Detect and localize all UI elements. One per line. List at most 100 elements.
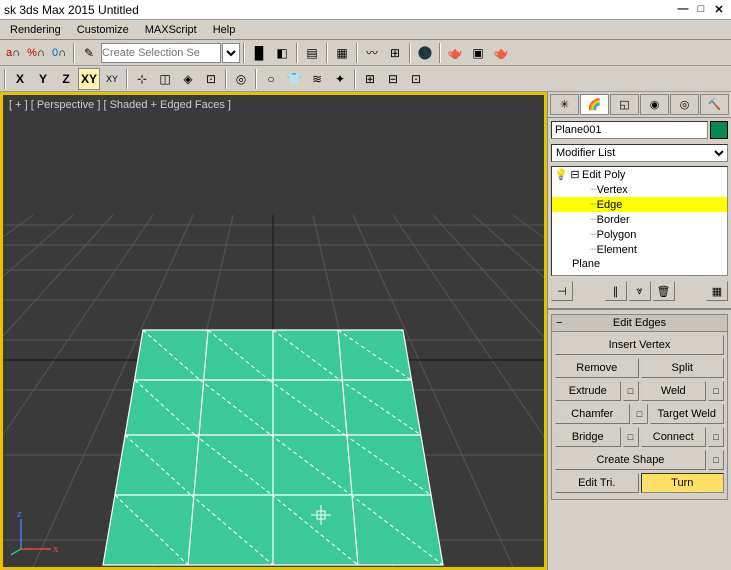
tool-6-icon[interactable]: ⊞ — [359, 68, 381, 90]
modifier-list-dropdown[interactable]: Modifier List — [551, 144, 728, 162]
modifier-stack[interactable]: 💡 ⊟ Edit Poly ┈ Vertex ┈ Edge ┈ Border ┈… — [551, 166, 728, 276]
stack-element[interactable]: ┈ Element — [552, 242, 727, 257]
connect-settings-button[interactable]: □ — [708, 427, 724, 447]
create-shape-settings-button[interactable]: □ — [708, 450, 724, 470]
extrude-settings-button[interactable]: □ — [623, 381, 639, 401]
menu-help[interactable]: Help — [205, 22, 244, 38]
viewport[interactable]: [ + ] [ Perspective ] [ Shaded + Edged F… — [0, 92, 547, 570]
tool-2-icon[interactable]: ○ — [260, 68, 282, 90]
axis-gizmo-icon: z x — [11, 509, 61, 559]
connect-button[interactable]: Connect — [641, 427, 707, 447]
axis-xy-button[interactable]: XY — [78, 68, 100, 90]
show-end-result-icon[interactable]: ∥ — [605, 281, 627, 301]
create-shape-button[interactable]: Create Shape — [555, 450, 706, 470]
split-button[interactable]: Split — [641, 358, 725, 378]
graphite-ribbon-icon[interactable]: ▦ — [331, 42, 353, 64]
material-editor-icon[interactable]: 🌑 — [414, 42, 436, 64]
close-button[interactable]: ✕ — [711, 3, 727, 17]
remove-button[interactable]: Remove — [555, 358, 639, 378]
menu-rendering[interactable]: Rendering — [2, 22, 69, 38]
layer-manager-icon[interactable]: ▤ — [301, 42, 323, 64]
render-production-icon[interactable]: 🫖 — [490, 42, 512, 64]
render-setup-icon[interactable]: 🫖 — [444, 42, 466, 64]
maximize-button[interactable]: □ — [693, 3, 709, 17]
rendered-frame-icon[interactable]: ▣ — [467, 42, 489, 64]
weld-button[interactable]: Weld — [641, 381, 707, 401]
menu-customize[interactable]: Customize — [69, 22, 137, 38]
hierarchy-tab-icon[interactable]: ◱ — [610, 94, 639, 115]
lightbulb-icon[interactable]: 💡 — [554, 168, 568, 181]
stack-edit-poly[interactable]: 💡 ⊟ Edit Poly — [552, 167, 727, 182]
plane-object — [103, 330, 443, 565]
collapse-icon[interactable]: ⊟ — [568, 168, 582, 181]
mirror-icon[interactable]: ▐▌ — [248, 42, 270, 64]
selection-set-dropdown[interactable] — [101, 43, 221, 63]
bridge-settings-button[interactable]: □ — [623, 427, 639, 447]
snap-4-icon[interactable]: ⊡ — [200, 68, 222, 90]
toolbar-separator — [356, 43, 358, 63]
tool-4-icon[interactable]: ≋ — [306, 68, 328, 90]
utilities-tab-icon[interactable]: 🔨 — [700, 94, 729, 115]
edit-tri-button[interactable]: Edit Tri. — [555, 473, 639, 493]
schematic-view-icon[interactable]: ⊞ — [384, 42, 406, 64]
snap-toggle-icon[interactable]: 0∩ — [48, 42, 70, 64]
object-name-input[interactable] — [551, 121, 708, 139]
insert-vertex-button[interactable]: Insert Vertex — [555, 335, 724, 355]
object-color-swatch[interactable] — [710, 121, 728, 139]
extrude-button[interactable]: Extrude — [555, 381, 621, 401]
main-toolbar-2: X Y Z XY XY ⊹ ◫ ◈ ⊡ ◎ ○ 👕 ≋ ✦ ⊞ ⊟ ⊡ — [0, 66, 731, 92]
pin-stack-icon[interactable]: ⊣ — [551, 281, 573, 301]
toolbar-separator — [296, 43, 298, 63]
selection-set-dropdown-arrow[interactable] — [222, 43, 240, 63]
make-unique-icon[interactable]: ⩔ — [629, 281, 651, 301]
tool-3-icon[interactable]: 👕 — [283, 68, 305, 90]
bridge-button[interactable]: Bridge — [555, 427, 621, 447]
remove-modifier-icon[interactable]: 🗑 — [653, 281, 675, 301]
snap-angle-a-icon[interactable]: a∩ — [2, 42, 24, 64]
snap-percent-icon[interactable]: %∩ — [25, 42, 47, 64]
axis-z-button[interactable]: Z — [55, 68, 77, 90]
create-tab-icon[interactable]: ✳ — [550, 94, 579, 115]
chamfer-settings-button[interactable]: □ — [632, 404, 648, 424]
turn-button[interactable]: Turn — [641, 473, 725, 493]
tool-5-icon[interactable]: ✦ — [329, 68, 351, 90]
modifier-stack-buttons: ⊣ ∥ ⩔ 🗑 ▦ — [548, 278, 731, 304]
minimize-button[interactable]: — — [675, 3, 691, 17]
modify-tab-icon[interactable]: 🌈 — [580, 94, 609, 115]
tool-1-icon[interactable]: ◎ — [230, 68, 252, 90]
curve-editor-icon[interactable]: 〰 — [361, 42, 383, 64]
stack-vertex[interactable]: ┈ Vertex — [552, 182, 727, 197]
target-weld-button[interactable]: Target Weld — [650, 404, 725, 424]
stack-plane[interactable]: Plane — [552, 257, 727, 271]
menu-maxscript[interactable]: MAXScript — [137, 22, 205, 38]
toolbar-separator — [439, 43, 441, 63]
snap-3-icon[interactable]: ◈ — [177, 68, 199, 90]
menu-bar: Rendering Customize MAXScript Help — [0, 20, 731, 40]
axis-x-button[interactable]: X — [9, 68, 31, 90]
chamfer-button[interactable]: Chamfer — [555, 404, 630, 424]
stack-polygon[interactable]: ┈ Polygon — [552, 227, 727, 242]
tool-7-icon[interactable]: ⊟ — [382, 68, 404, 90]
tool-8-icon[interactable]: ⊡ — [405, 68, 427, 90]
align-flyout-icon[interactable]: ◧ — [271, 42, 293, 64]
viewport-canvas[interactable] — [3, 95, 544, 567]
display-tab-icon[interactable]: ◎ — [670, 94, 699, 115]
toolbar-separator — [243, 43, 245, 63]
snap-1-icon[interactable]: ⊹ — [131, 68, 153, 90]
edit-edges-rollout: − Edit Edges Insert Vertex Remove Split … — [551, 314, 728, 500]
configure-sets-icon[interactable]: ▦ — [706, 281, 728, 301]
stack-border[interactable]: ┈ Border — [552, 212, 727, 227]
axis-xy2-button[interactable]: XY — [101, 68, 123, 90]
weld-settings-button[interactable]: □ — [708, 381, 724, 401]
edit-named-selection-icon[interactable]: ✎ — [78, 42, 100, 64]
axis-y-button[interactable]: Y — [32, 68, 54, 90]
rollout-toggle-icon[interactable]: − — [556, 317, 562, 329]
stack-edge[interactable]: ┈ Edge — [552, 197, 727, 212]
window-title: sk 3ds Max 2015 Untitled — [4, 3, 673, 17]
main-area: [ + ] [ Perspective ] [ Shaded + Edged F… — [0, 92, 731, 570]
snap-2-icon[interactable]: ◫ — [154, 68, 176, 90]
command-panel-tabs: ✳ 🌈 ◱ ◉ ◎ 🔨 — [548, 92, 731, 118]
toolbar-separator — [255, 69, 257, 89]
rollout-header-edit-edges[interactable]: − Edit Edges — [551, 314, 728, 332]
motion-tab-icon[interactable]: ◉ — [640, 94, 669, 115]
